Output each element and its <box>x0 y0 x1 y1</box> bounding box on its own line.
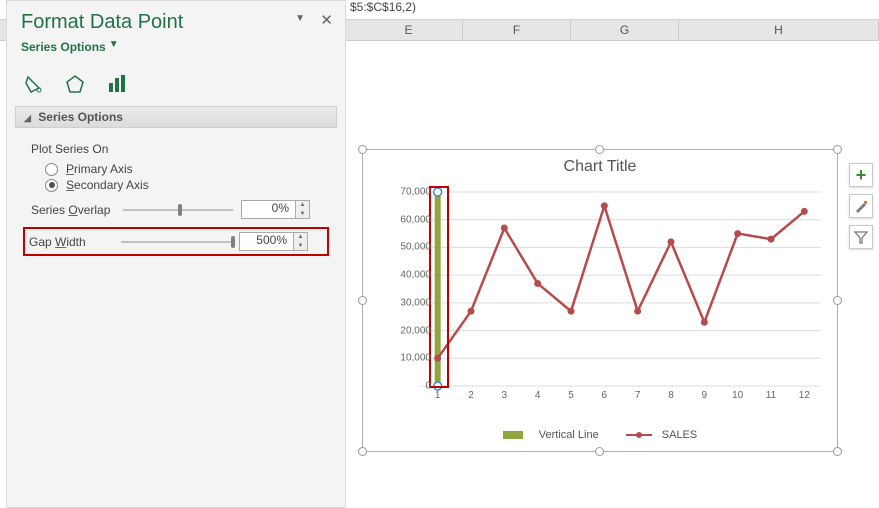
x-tick-label: 2 <box>468 390 474 401</box>
format-data-point-pane: ▼ ✕ Format Data Point Series Options ▼ ◢… <box>6 0 346 508</box>
primary-axis-label: Primary Axis <box>66 162 133 176</box>
chart-legend[interactable]: Vertical Line SALES <box>363 429 837 441</box>
collapse-icon: ◢ <box>24 113 31 123</box>
series-options-icon[interactable] <box>105 72 129 96</box>
y-tick-label: 0 <box>383 381 431 392</box>
radio-icon-selected <box>45 179 58 192</box>
y-tick-label: 60,000 <box>383 214 431 225</box>
plot-series-on-label: Plot Series On <box>31 142 329 156</box>
secondary-axis-radio[interactable]: Secondary Axis <box>45 178 329 192</box>
legend-bar-label: Vertical Line <box>539 429 599 441</box>
y-tick-label: 70,000 <box>383 187 431 198</box>
bar-highlight-box <box>429 186 449 388</box>
brush-icon <box>854 199 868 213</box>
series-options-dropdown[interactable]: Series Options ▼ <box>21 34 331 54</box>
pane-menu-icon[interactable]: ▼ <box>295 13 305 24</box>
y-tick-label: 50,000 <box>383 242 431 253</box>
secondary-axis-label: Secondary Axis <box>66 178 149 192</box>
resize-handle[interactable] <box>595 447 604 456</box>
legend-line-label: SALES <box>662 429 697 441</box>
resize-handle[interactable] <box>358 447 367 456</box>
funnel-icon <box>854 230 868 244</box>
radio-icon <box>45 163 58 176</box>
col-header-F[interactable]: F <box>463 20 571 40</box>
chart-elements-button[interactable]: + <box>849 163 873 187</box>
close-icon[interactable]: ✕ <box>320 11 333 29</box>
resize-handle[interactable] <box>358 145 367 154</box>
col-header-E[interactable]: E <box>355 20 463 40</box>
x-tick-label: 1 <box>435 390 441 401</box>
effects-icon[interactable] <box>63 72 87 96</box>
resize-handle[interactable] <box>358 296 367 305</box>
spin-down-icon: ▼ <box>298 243 304 249</box>
gap-width-highlight: Gap Width 500% ▲▼ <box>23 227 329 256</box>
legend-item-vertical-line[interactable]: Vertical Line <box>495 429 607 441</box>
y-tick-label: 10,000 <box>383 353 431 364</box>
series-overlap-spinner[interactable]: ▲▼ <box>296 200 310 219</box>
y-tick-label: 40,000 <box>383 270 431 281</box>
x-tick-label: 7 <box>635 390 641 401</box>
series-options-section-header[interactable]: ◢ Series Options <box>15 106 337 128</box>
legend-item-sales[interactable]: SALES <box>626 429 705 441</box>
series-overlap-row: Series Overlap 0% ▲▼ <box>31 200 329 219</box>
x-tick-label: 3 <box>502 390 508 401</box>
formula-text: $5:$C$16,2) <box>350 0 416 14</box>
section-title: Series Options <box>38 110 123 124</box>
chart-title[interactable]: Chart Title <box>363 150 837 178</box>
series-overlap-slider[interactable] <box>123 204 233 216</box>
gap-width-spinner[interactable]: ▲▼ <box>294 232 308 251</box>
x-tick-label: 4 <box>535 390 541 401</box>
resize-handle[interactable] <box>833 447 842 456</box>
pane-subtitle: Series Options <box>21 40 106 54</box>
chart-object[interactable]: Chart Title Vertical Line SALES 0 10,000 2… <box>362 149 838 452</box>
x-tick-label: 9 <box>702 390 708 401</box>
x-tick-label: 12 <box>799 390 810 401</box>
x-tick-label: 11 <box>766 390 776 401</box>
chart-filters-button[interactable] <box>849 225 873 249</box>
resize-handle[interactable] <box>833 145 842 154</box>
gap-width-label: Gap Width <box>29 235 121 249</box>
chart-styles-button[interactable] <box>849 194 873 218</box>
pane-title: Format Data Point <box>21 11 331 34</box>
x-tick-label: 6 <box>602 390 608 401</box>
spin-up-icon: ▲ <box>300 202 306 208</box>
spin-up-icon: ▲ <box>298 234 304 240</box>
col-header-H[interactable]: H <box>679 20 879 40</box>
series-overlap-label: Series Overlap <box>31 203 123 217</box>
fill-outline-icon[interactable] <box>21 72 45 96</box>
plot-area[interactable] <box>421 192 821 386</box>
series-overlap-input[interactable]: 0% <box>241 200 296 219</box>
resize-handle[interactable] <box>833 296 842 305</box>
gap-width-row: Gap Width 500% ▲▼ <box>29 232 323 251</box>
primary-axis-radio[interactable]: Primary Axis <box>45 162 329 176</box>
gap-width-input[interactable]: 500% <box>239 232 294 251</box>
chevron-down-icon: ▼ <box>109 39 119 50</box>
x-tick-label: 10 <box>732 390 743 401</box>
y-tick-label: 30,000 <box>383 297 431 308</box>
x-tick-label: 8 <box>668 390 674 401</box>
y-tick-label: 20,000 <box>383 325 431 336</box>
chart-canvas <box>421 192 821 386</box>
gap-width-slider[interactable] <box>121 236 231 248</box>
col-header-G[interactable]: G <box>571 20 679 40</box>
x-tick-label: 5 <box>568 390 574 401</box>
spin-down-icon: ▼ <box>300 211 306 217</box>
resize-handle[interactable] <box>595 145 604 154</box>
